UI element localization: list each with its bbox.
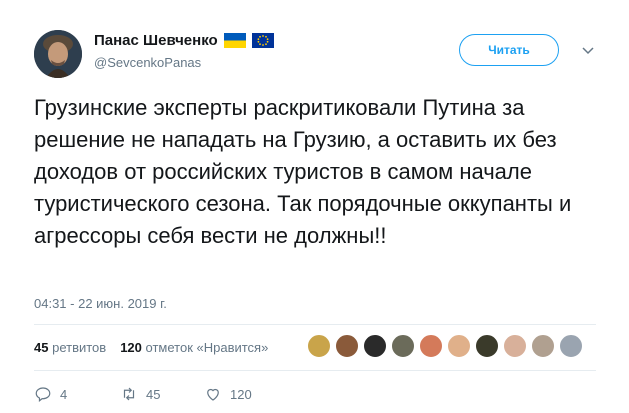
tweet-actions: 4 45 120 (34, 385, 252, 403)
liker-avatar[interactable] (419, 334, 443, 358)
chevron-down-icon[interactable] (582, 44, 594, 56)
divider (34, 324, 596, 325)
author-avatar[interactable] (34, 30, 82, 78)
like-button[interactable]: 120 (204, 385, 252, 403)
retweet-button[interactable]: 45 (120, 385, 204, 403)
liker-avatar[interactable] (363, 334, 387, 358)
tweet-text: Грузинские эксперты раскритиковали Путин… (34, 95, 572, 248)
reply-button[interactable]: 4 (34, 385, 120, 403)
liker-avatar[interactable] (531, 334, 555, 358)
retweet-icon (123, 387, 135, 401)
liker-avatar[interactable] (447, 334, 471, 358)
heart-icon (207, 388, 219, 401)
liker-avatar[interactable] (475, 334, 499, 358)
divider (34, 370, 596, 371)
tweet-stats: 45 ретвитов 120 отметок «Нравится» (34, 340, 268, 355)
liker-avatar[interactable] (503, 334, 527, 358)
reply-icon (35, 387, 51, 402)
tweet-timestamp[interactable]: 04:31 - 22 июн. 2019 г. (34, 296, 167, 311)
liker-avatar[interactable] (335, 334, 359, 358)
ukraine-flag-icon (223, 33, 246, 48)
follow-button[interactable]: Читать (459, 34, 559, 66)
liker-avatar[interactable] (391, 334, 415, 358)
author-name[interactable]: Панас Шевченко (94, 32, 218, 49)
author-handle[interactable]: @SevcenkoPanas (94, 55, 201, 70)
retweet-stat[interactable]: 45 ретвитов (34, 340, 106, 355)
like-stat[interactable]: 120 отметок «Нравится» (120, 340, 268, 355)
eu-flag-icon (251, 33, 274, 48)
liker-avatars[interactable] (307, 334, 583, 358)
liker-avatar[interactable] (559, 334, 583, 358)
liker-avatar[interactable] (307, 334, 331, 358)
